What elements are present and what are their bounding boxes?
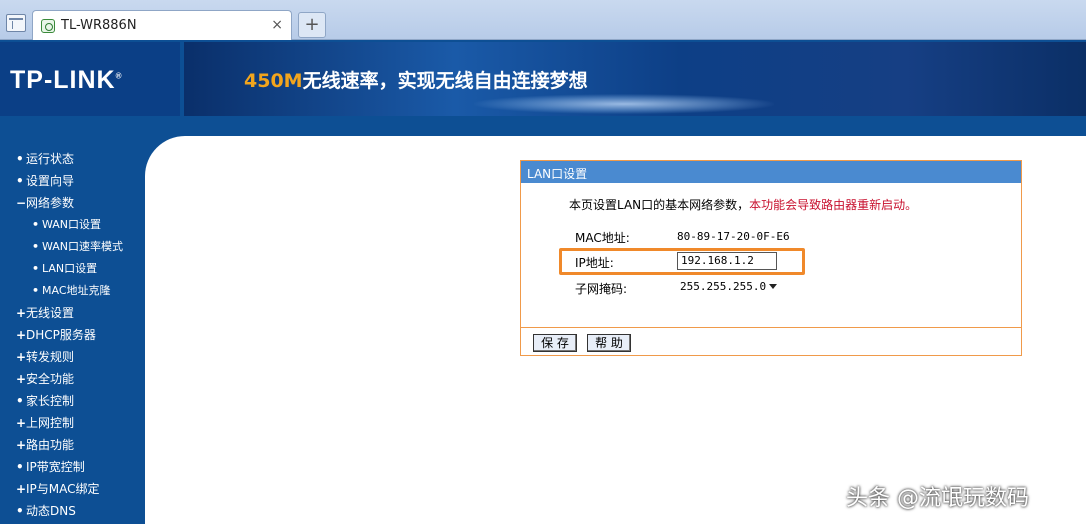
tab-title: TL-WR886N [61, 18, 137, 33]
panel-divider [521, 327, 1021, 328]
new-tab-button[interactable]: + [298, 12, 326, 38]
tab-list-icon[interactable] [6, 14, 26, 32]
sidebar-item[interactable]: +安全功能 [16, 370, 74, 388]
sidebar-item[interactable]: +IP与MAC绑定 [16, 480, 100, 498]
sidebar-item[interactable]: • LAN口设置 [32, 260, 97, 278]
bullet-icon: • [32, 240, 40, 253]
sidebar-item[interactable]: −网络参数 [16, 194, 74, 212]
sidebar-item-label: 设置向导 [26, 174, 75, 188]
sidebar-item-label: 转发规则 [26, 350, 75, 364]
bullet-icon: • [16, 152, 24, 166]
sidebar-item[interactable]: • 设置向导 [16, 172, 74, 190]
help-button[interactable]: 帮 助 [587, 334, 631, 352]
tplink-logo: TP-LINK® [0, 42, 180, 116]
subnet-mask-label: 子网掩码: [575, 282, 628, 296]
sidebar-item-label: IP与MAC绑定 [26, 482, 100, 496]
bullet-icon: • [32, 262, 40, 275]
bullet-icon: + [16, 350, 27, 364]
slogan-text: 无线速率，实现无线自由连接梦想 [302, 70, 588, 92]
sidebar-item-label: 安全功能 [26, 372, 75, 386]
sidebar-item-label: 家长控制 [26, 394, 75, 408]
sidebar-item[interactable]: +转发规则 [16, 348, 74, 366]
logo-text: TP-LINK [10, 66, 116, 94]
sidebar-item-label: WAN口设置 [42, 218, 102, 231]
bullet-icon: + [16, 416, 27, 430]
bullet-icon: • [16, 174, 24, 188]
ip-address-input[interactable]: 192.168.1.2 [677, 252, 777, 270]
sidebar-item-label: 网络参数 [26, 196, 75, 210]
mac-label: MAC地址: [575, 231, 630, 245]
browser-tabbar: TL-WR886N × + [0, 0, 1086, 40]
mac-value: 80-89-17-20-0F-E6 [677, 230, 790, 243]
restart-warning: 本功能会导致路由器重新启动。 [749, 198, 918, 212]
subnet-mask-value: 255.255.255.0 [680, 280, 767, 293]
save-button[interactable]: 保 存 [533, 334, 577, 352]
sidebar-item-label: DHCP服务器 [26, 328, 96, 342]
chevron-down-icon [769, 284, 777, 289]
sidebar-item[interactable]: +DHCP服务器 [16, 326, 96, 344]
sidebar-item-label: 动态DNS [26, 504, 76, 518]
sidebar-item[interactable]: +路由功能 [16, 436, 74, 454]
close-icon[interactable]: × [271, 17, 283, 33]
panel-description: 本页设置LAN口的基本网络参数，本功能会导致路由器重新启动。 [569, 196, 917, 213]
sidebar-item-label: MAC地址克隆 [42, 284, 111, 297]
sidebar-item[interactable]: • 运行状态 [16, 150, 74, 168]
sidebar-item[interactable]: • WAN口设置 [32, 216, 101, 234]
sidebar-item-label: 上网控制 [26, 416, 75, 430]
sidebar-item[interactable]: • IP带宽控制 [16, 458, 85, 476]
sidebar-item[interactable]: +上网控制 [16, 414, 74, 432]
bullet-icon: • [16, 504, 24, 518]
bullet-icon: + [16, 482, 27, 496]
browser-tab[interactable]: TL-WR886N × [32, 10, 292, 40]
registered-mark: ® [115, 71, 123, 81]
bullet-icon: − [16, 196, 27, 210]
sidebar-item[interactable]: • 动态DNS [16, 502, 76, 520]
ip-label: IP地址: [575, 256, 614, 270]
banner-slogan: 450M无线速率，实现无线自由连接梦想 [244, 66, 588, 93]
sidebar-item[interactable]: • MAC地址克隆 [32, 282, 111, 300]
bullet-icon: • [16, 460, 24, 474]
sidebar-item[interactable]: • WAN口速率模式 [32, 238, 123, 256]
bullet-icon: + [16, 372, 27, 386]
bullet-icon: + [16, 328, 27, 342]
lan-settings-panel: LAN口设置 本页设置LAN口的基本网络参数，本功能会导致路由器重新启动。 MA… [520, 160, 1022, 356]
banner-wave-graphic [474, 94, 774, 114]
sidebar-item[interactable]: +无线设置 [16, 304, 74, 322]
sidebar-item-label: LAN口设置 [42, 262, 98, 275]
router-header: TP-LINK® 450M无线速率，实现无线自由连接梦想 [0, 40, 1086, 136]
subnet-mask-select[interactable]: 255.255.255.0 [677, 278, 781, 296]
watermark: 头条 @流氓玩数码 [846, 486, 1029, 511]
header-divider [0, 118, 1086, 136]
bullet-icon: • [32, 218, 40, 231]
sidebar-item-label: 路由功能 [26, 438, 75, 452]
sidebar-item-label: 运行状态 [26, 152, 75, 166]
sidebar-item-label: 无线设置 [26, 306, 75, 320]
sidebar-menu: • 运行状态 • 设置向导 −网络参数 • WAN口设置 • WAN口速率模式 • LAN口设置 • M… [0, 136, 145, 524]
bullet-icon: • [32, 284, 40, 297]
page-favicon-icon [41, 19, 55, 33]
panel-title: LAN口设置 [521, 161, 1021, 183]
sidebar-item[interactable]: • 家长控制 [16, 392, 74, 410]
bullet-icon: + [16, 306, 27, 320]
banner: 450M无线速率，实现无线自由连接梦想 [184, 42, 1086, 116]
sidebar-item-label: WAN口速率模式 [42, 240, 124, 253]
description-text: 本页设置LAN口的基本网络参数， [569, 198, 750, 212]
bullet-icon: • [16, 394, 24, 408]
sidebar-item-label: IP带宽控制 [26, 460, 85, 474]
bullet-icon: + [16, 438, 27, 452]
slogan-highlight: 450M [244, 70, 303, 92]
